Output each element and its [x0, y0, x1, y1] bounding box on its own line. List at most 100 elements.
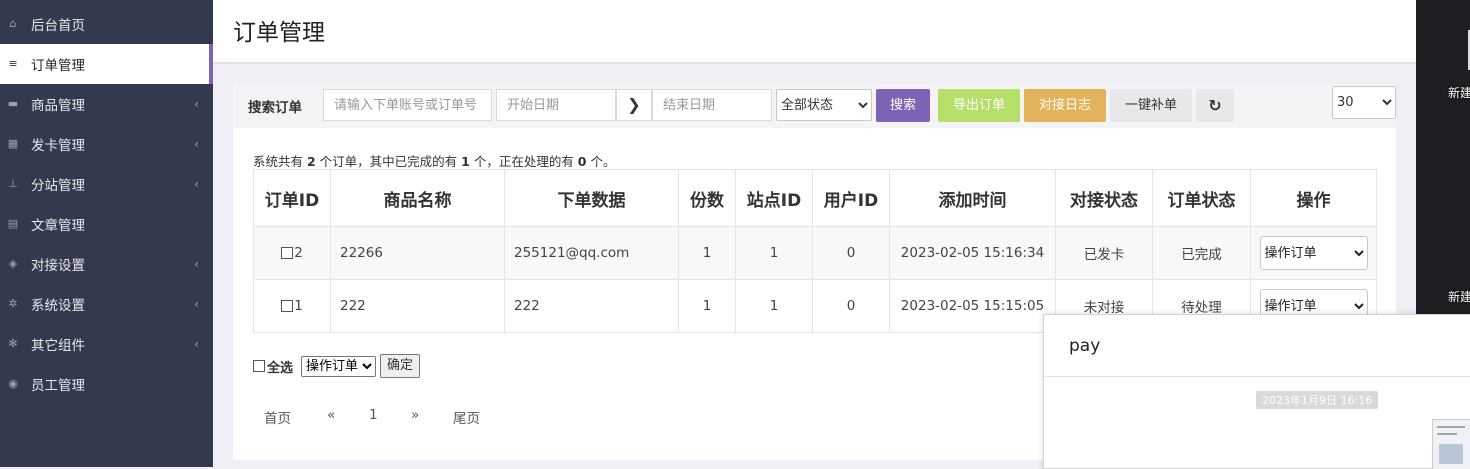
sidebar-item-articles[interactable]: ▤ 文章管理 [0, 204, 213, 244]
docking-log-button[interactable]: 对接日志 [1024, 89, 1106, 122]
row-checkbox[interactable] [281, 300, 294, 312]
cogs-icon: ✻ [8, 337, 18, 350]
column-header: 下单数据 [504, 169, 679, 227]
site-id-link[interactable]: 1 [735, 226, 813, 280]
order-id-cell: 1 [253, 279, 331, 333]
gear-icon: ✲ [8, 297, 18, 310]
desktop-icon-label[interactable]: 新建 [1448, 288, 1470, 305]
end-date-input[interactable] [652, 89, 772, 121]
page-size-select[interactable]: 30 [1332, 86, 1396, 119]
sidebar-item-label: 分站管理 [31, 178, 85, 194]
sidebar-item-label: 员工管理 [31, 378, 85, 394]
notification-header [1044, 315, 1470, 377]
sidebar-item-orders[interactable]: ≡ 订单管理 [0, 44, 213, 84]
sidebar-item-label: 发卡管理 [31, 138, 85, 154]
export-orders-button[interactable]: 导出订单 [938, 89, 1020, 122]
notification-time: 2023年1月9日 16:16 [1256, 391, 1379, 409]
column-header: 份数 [678, 169, 736, 227]
sidebar-item-products[interactable]: ▬ 商品管理 ‹ [0, 84, 213, 124]
table-row: 2 22266 255121@qq.com 1 1 0 2023-02-05 1… [253, 226, 1377, 280]
sidebar-item-docking[interactable]: ◈ 对接设置 ‹ [0, 244, 213, 284]
sidebar-item-staff[interactable]: ◉ 员工管理 [0, 364, 213, 404]
order-data-cell: 255121@qq.com [504, 226, 679, 280]
notification-thumbnail[interactable] [1432, 419, 1470, 469]
quantity-cell: 1 [678, 226, 736, 280]
cart-icon: ▬ [7, 97, 19, 110]
sidebar-item-cards[interactable]: ▦ 发卡管理 ‹ [0, 124, 213, 164]
summary-done: 1 [461, 154, 470, 169]
column-header: 站点ID [735, 169, 813, 227]
last-page-link[interactable]: 尾页 [453, 407, 480, 427]
sidebar-item-label: 其它组件 [31, 338, 85, 354]
prev-page-link[interactable]: « [327, 407, 335, 423]
select-all-label: 全选 [267, 360, 294, 376]
orders-table: 订单ID 商品名称 下单数据 份数 站点ID 用户ID 添加时间 对接状态 订单… [253, 169, 1377, 333]
home-icon: ⌂ [9, 17, 17, 30]
order-summary: 系统共有 2 个订单，其中已完成的有 1 个，正在处理的有 0 个。 [253, 151, 615, 170]
sidebar-item-home[interactable]: ⌂ 后台首页 [0, 4, 213, 44]
next-page-link[interactable]: » [411, 407, 419, 423]
order-id: 2 [294, 245, 303, 261]
order-id-cell: 2 [253, 226, 331, 280]
sitemap-icon: ⊥ [8, 177, 18, 190]
site-id-link[interactable]: 1 [735, 279, 813, 333]
chevron-left-icon: ‹ [194, 297, 199, 311]
operation-select[interactable]: 操作订单 [1259, 236, 1368, 270]
column-header: 用户ID [812, 169, 890, 227]
notification-title: pay [1069, 336, 1101, 356]
status-select[interactable]: 全部状态 [776, 89, 872, 121]
thumb-block [1439, 444, 1463, 464]
chevron-left-icon: ‹ [194, 257, 199, 271]
column-header: 添加时间 [889, 169, 1056, 227]
time-cell: 2023-02-05 15:16:34 [889, 226, 1056, 280]
search-toolbar: 搜索订单 ❯ 全部状态 搜索 导出订单 对接日志 一键补单 ↻ 30 [233, 84, 1396, 128]
bulk-action-select[interactable]: 操作订单 [301, 355, 377, 377]
order-data-cell: 222 [504, 279, 679, 333]
search-button[interactable]: 搜索 [876, 89, 930, 122]
user-id-cell: 0 [812, 226, 890, 280]
chevron-left-icon: ‹ [194, 177, 199, 191]
search-label: 搜索订单 [248, 100, 302, 116]
sidebar-item-substations[interactable]: ⊥ 分站管理 ‹ [0, 164, 213, 204]
refresh-icon[interactable]: ↻ [1196, 89, 1234, 122]
product-cell: 222 [330, 279, 505, 333]
sidebar: ⌂ 后台首页 ≡ 订单管理 ▬ 商品管理 ‹ ▦ 发卡管理 ‹ ⊥ 分站管理 ‹… [0, 0, 213, 467]
select-all-checkbox[interactable] [253, 360, 265, 372]
sidebar-item-label: 对接设置 [31, 258, 85, 274]
row-checkbox[interactable] [281, 247, 294, 259]
notification-popup[interactable]: pay 2023年1月9日 16:16 [1043, 314, 1470, 469]
refill-orders-button[interactable]: 一键补单 [1110, 89, 1192, 122]
chevron-left-icon: ‹ [194, 97, 199, 111]
column-header: 商品名称 [330, 169, 505, 227]
list-icon: ≡ [8, 57, 18, 70]
first-page-link[interactable]: 首页 [264, 407, 291, 427]
bulk-actions: 全选 操作订单 确定 [253, 354, 421, 378]
chevron-right-icon[interactable]: ❯ [616, 89, 652, 121]
chevron-left-icon: ‹ [194, 337, 199, 351]
sidebar-item-components[interactable]: ✻ 其它组件 ‹ [0, 324, 213, 364]
sidebar-item-label: 订单管理 [31, 58, 85, 74]
cubes-icon: ◈ [8, 257, 18, 270]
summary-text: 个，正在处理的有 [469, 154, 578, 169]
confirm-button[interactable]: 确定 [380, 354, 421, 378]
start-date-input[interactable] [496, 89, 616, 121]
operation-cell: 操作订单 [1250, 226, 1377, 280]
summary-text: 个。 [586, 154, 616, 169]
sidebar-item-label: 商品管理 [31, 98, 85, 114]
search-input[interactable] [323, 89, 492, 121]
table-header-row: 订单ID 商品名称 下单数据 份数 站点ID 用户ID 添加时间 对接状态 订单… [253, 169, 1377, 227]
page-header: 订单管理 [213, 0, 1416, 64]
page-number-link[interactable]: 1 [369, 407, 378, 423]
sidebar-item-system[interactable]: ✲ 系统设置 ‹ [0, 284, 213, 324]
quantity-cell: 1 [678, 279, 736, 333]
product-cell: 22266 [330, 226, 505, 280]
summary-pending: 0 [577, 154, 587, 169]
summary-total: 2 [306, 154, 316, 169]
thumb-line [1437, 426, 1465, 428]
order-id: 1 [294, 298, 303, 314]
summary-text: 系统共有 [253, 154, 307, 169]
order-status: 已完成 [1152, 226, 1251, 280]
desktop-icon-label[interactable]: 新建 [1448, 84, 1470, 101]
sidebar-item-label: 文章管理 [31, 218, 85, 234]
column-header: 操作 [1250, 169, 1377, 227]
